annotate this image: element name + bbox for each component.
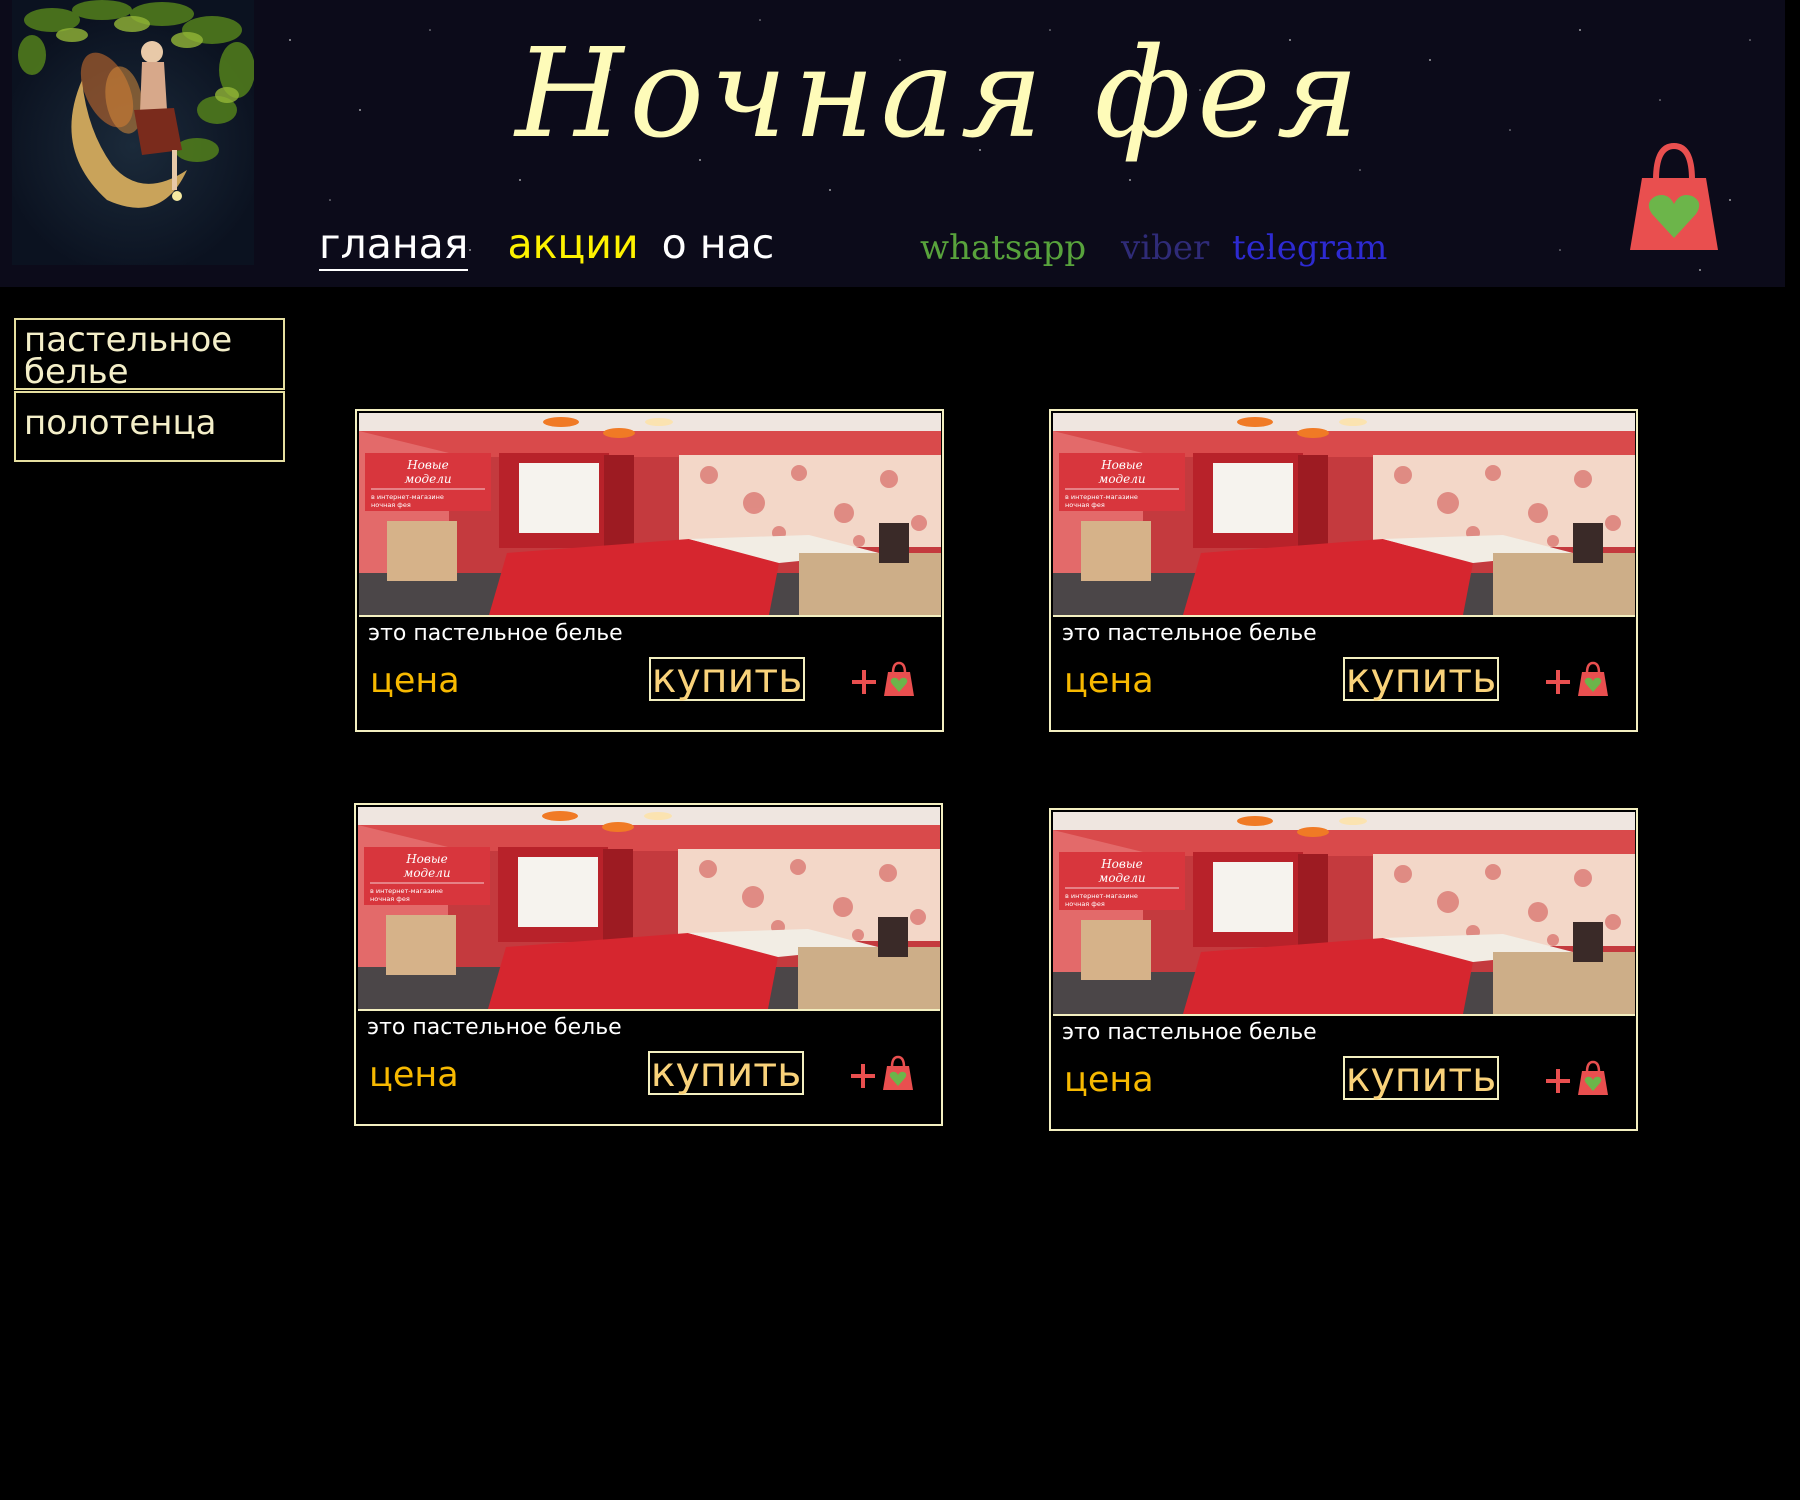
shopping-bag-heart-icon[interactable]: [1578, 661, 1608, 696]
category-bedding[interactable]: пастельное белье: [14, 318, 285, 390]
svg-text:в интернет-магазине: в интернет-магазине: [1065, 493, 1138, 501]
product-image[interactable]: Новые модели в интернет-магазине ночная …: [359, 413, 941, 617]
buy-button[interactable]: купить: [1343, 657, 1499, 701]
product-card: Новые модели в интернет-магазине ночная …: [1049, 409, 1638, 732]
svg-text:в интернет-магазине: в интернет-магазине: [1065, 892, 1138, 900]
site-title: Ночная фея: [515, 22, 1365, 166]
svg-text:модели: модели: [403, 866, 450, 880]
product-price: цена: [1064, 1060, 1154, 1100]
svg-text:ночная фея: ночная фея: [1065, 900, 1105, 908]
shopping-bag-heart-icon[interactable]: [1628, 140, 1720, 252]
product-description: это пастельное белье: [368, 621, 623, 646]
product-image[interactable]: Новые модели в интернет-магазине ночная …: [1053, 413, 1635, 617]
svg-text:модели: модели: [404, 472, 451, 486]
bedroom-banner-image: Новые модели в интернет-магазине ночная …: [1053, 812, 1635, 1014]
product-price: цена: [370, 661, 460, 701]
telegram-link[interactable]: telegram: [1232, 228, 1387, 268]
bedroom-banner-image: Новые модели в интернет-магазине ночная …: [358, 807, 940, 1009]
plus-icon[interactable]: [850, 668, 878, 696]
product-image[interactable]: Новые модели в интернет-магазине ночная …: [1053, 812, 1635, 1016]
buy-button[interactable]: купить: [1343, 1056, 1499, 1100]
buy-button[interactable]: купить: [648, 1051, 804, 1095]
svg-text:модели: модели: [1098, 871, 1145, 885]
svg-text:ночная фея: ночная фея: [1065, 501, 1105, 509]
shopping-bag-heart-icon[interactable]: [884, 661, 914, 696]
bedroom-banner-image: Новые модели в интернет-магазине ночная …: [1053, 413, 1635, 615]
shopping-bag-heart-icon[interactable]: [1578, 1060, 1608, 1095]
nav-about-link[interactable]: о нас: [662, 220, 775, 268]
svg-text:Новые: Новые: [1100, 458, 1143, 472]
product-card: Новые модели в интернет-магазине ночная …: [354, 803, 943, 1126]
nav-promotions-link[interactable]: акции: [508, 220, 639, 268]
svg-text:модели: модели: [1098, 472, 1145, 486]
svg-text:в интернет-магазине: в интернет-магазине: [371, 493, 444, 501]
nav-home-link[interactable]: гланая: [319, 220, 469, 271]
svg-text:ночная фея: ночная фея: [370, 895, 410, 903]
product-description: это пастельное белье: [367, 1015, 622, 1040]
product-price: цена: [369, 1055, 459, 1095]
plus-icon[interactable]: [1544, 668, 1572, 696]
messenger-links: whatsapp viber telegram: [920, 228, 1387, 268]
whatsapp-link[interactable]: whatsapp: [920, 228, 1086, 268]
viber-link[interactable]: viber: [1121, 228, 1209, 268]
site-header: Ночная фея гланая акции о нас whatsapp v…: [0, 0, 1785, 287]
bedroom-banner-image: Новые модели в интернет-магазине ночная …: [359, 413, 941, 615]
plus-icon[interactable]: [1544, 1067, 1572, 1095]
svg-text:ночная фея: ночная фея: [371, 501, 411, 509]
category-bedding-label-2: белье: [24, 352, 129, 392]
product-image[interactable]: Новые модели в интернет-магазине ночная …: [358, 807, 940, 1011]
category-towels[interactable]: полотенца: [14, 391, 285, 462]
shopping-bag-heart-icon[interactable]: [883, 1055, 913, 1090]
product-card: Новые модели в интернет-магазине ночная …: [1049, 808, 1638, 1131]
svg-text:Новые: Новые: [1100, 857, 1143, 871]
buy-button[interactable]: купить: [649, 657, 805, 701]
product-price: цена: [1064, 661, 1154, 701]
svg-text:Новые: Новые: [406, 458, 449, 472]
svg-text:Новые: Новые: [405, 852, 448, 866]
product-description: это пастельное белье: [1062, 621, 1317, 646]
main-nav: гланая акции о нас: [319, 220, 775, 271]
product-description: это пастельное белье: [1062, 1020, 1317, 1045]
plus-icon[interactable]: [849, 1062, 877, 1090]
product-card: Новые модели в интернет-магазине ночная …: [355, 409, 944, 732]
svg-text:в интернет-магазине: в интернет-магазине: [370, 887, 443, 895]
category-towels-label: полотенца: [24, 403, 217, 443]
